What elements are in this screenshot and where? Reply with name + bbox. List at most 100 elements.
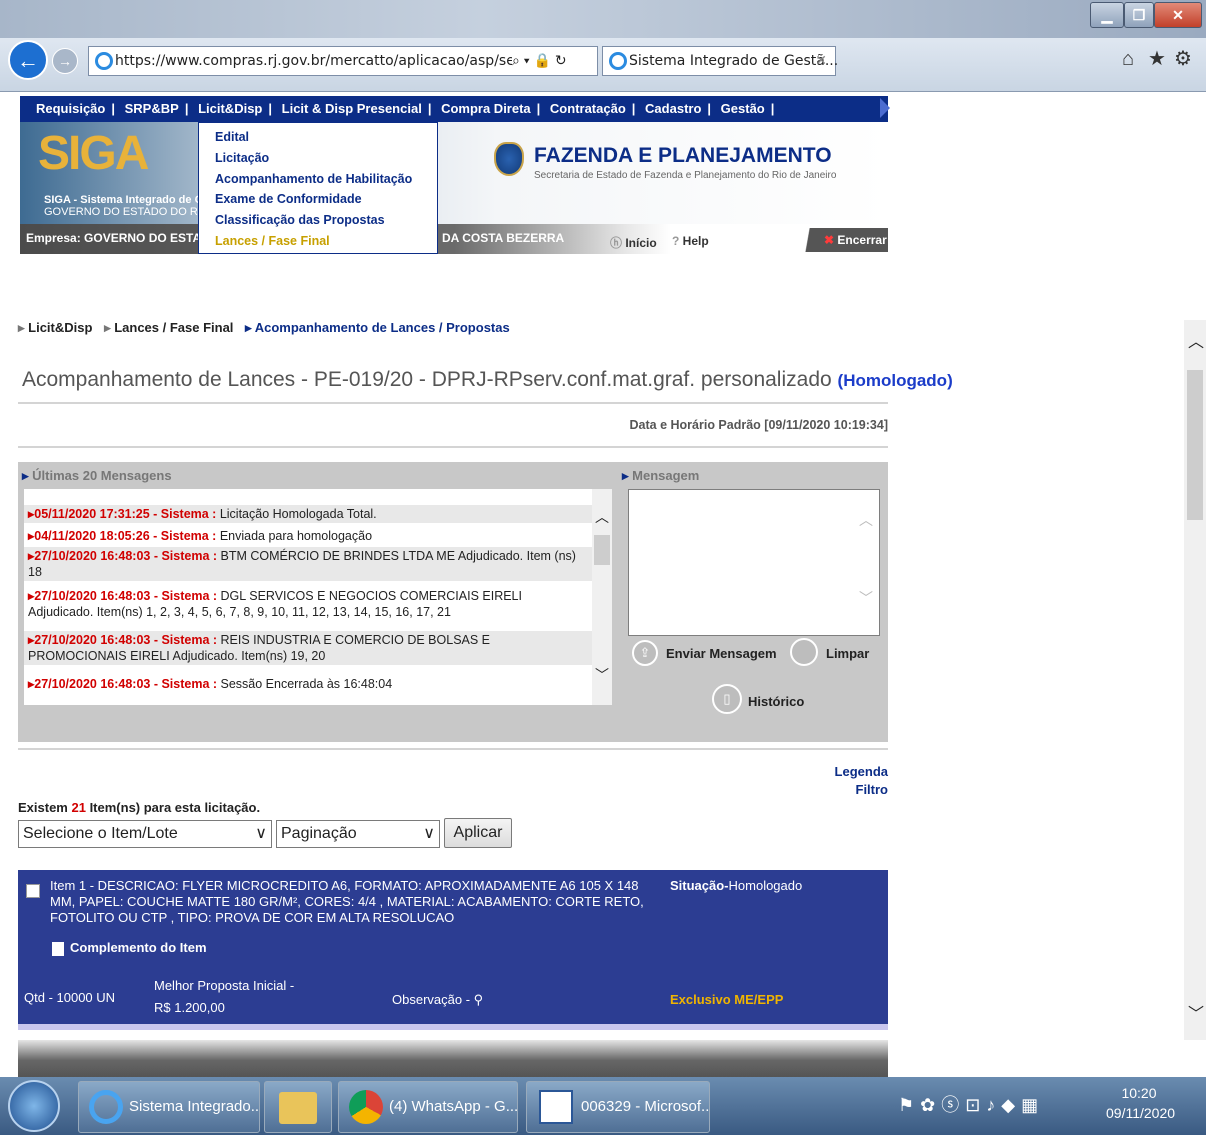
- list-item: ▸04/11/2020 18:05:26 - Sistema : Enviada…: [24, 527, 592, 545]
- word-doc-icon: [539, 1090, 573, 1124]
- user-bar: Empresa: GOVERNO DO ESTADO DA COSTA BEZE…: [20, 224, 888, 254]
- favorites-icon[interactable]: ★: [1148, 46, 1166, 71]
- chevron-down-icon: ∨: [255, 825, 267, 842]
- message-textarea[interactable]: ︿ ﹀: [628, 489, 880, 636]
- list-item: ▸27/10/2020 16:48:03 - Sistema : DGL SER…: [24, 587, 592, 621]
- breadcrumb-licitdisp[interactable]: Licit&Disp: [28, 320, 92, 335]
- scroll-down-icon[interactable]: ﹀: [1188, 1000, 1204, 1024]
- scroll-down-icon[interactable]: ﹀: [859, 588, 873, 608]
- address-controls-icon[interactable]: ⌕ ▾ 🔒 ↻: [512, 52, 596, 74]
- divider: [18, 446, 888, 448]
- legenda-link[interactable]: Legenda: [835, 764, 888, 779]
- messages-list[interactable]: ▸05/11/2020 17:31:25 - Sistema : Licitaç…: [24, 489, 612, 705]
- menu-gestao[interactable]: Gestão: [721, 101, 765, 116]
- window-titlebar: [0, 0, 1206, 38]
- menu-licitdisp[interactable]: Licit&Disp: [198, 101, 262, 116]
- siga-gov: GOVERNO DO ESTADO DO RI: [44, 206, 201, 218]
- status-homologado: (Homologado): [837, 371, 953, 390]
- messages-header: ▸ Últimas 20 Mensagens: [22, 468, 172, 483]
- messages-panel: ▸ Últimas 20 Mensagens ▸05/11/2020 17:31…: [18, 462, 888, 742]
- scroll-thumb[interactable]: [1187, 370, 1203, 520]
- menu-cadastro[interactable]: Cadastro: [645, 101, 701, 116]
- licitdisp-dropdown: Edital Licitação Acompanhamento de Habil…: [198, 122, 438, 254]
- back-button[interactable]: ←: [8, 40, 48, 80]
- breadcrumb-lances[interactable]: Lances / Fase Final: [114, 320, 233, 335]
- dropdown-conformidade[interactable]: Exame de Conformidade: [215, 189, 437, 210]
- gear-icon[interactable]: ⚙: [1174, 46, 1192, 71]
- menu-compra-direta[interactable]: Compra Direta: [441, 101, 531, 116]
- dropdown-classificacao[interactable]: Classificação das Propostas: [215, 210, 437, 231]
- help-icon: ?: [672, 234, 683, 248]
- menu-contratacao[interactable]: Contratação: [550, 101, 626, 116]
- item-lote-select[interactable]: Selecione o Item/Lote ∨: [18, 820, 272, 848]
- divider: [18, 402, 888, 404]
- taskbar-ie[interactable]: Sistema Integrado...: [78, 1081, 260, 1133]
- menu-licit-disp-presencial[interactable]: Licit & Disp Presencial: [282, 101, 422, 116]
- chevron-down-icon: ∨: [423, 825, 435, 842]
- menu-requisicao[interactable]: Requisição: [36, 101, 105, 116]
- exclusivo-badge: Exclusivo ME/EPP: [670, 992, 784, 1007]
- item-description: Item 1 - DESCRICAO: FLYER MICROCREDITO A…: [50, 878, 644, 925]
- ie-page-icon: [95, 52, 113, 70]
- scroll-down-icon[interactable]: ﹀: [595, 665, 609, 685]
- encerrar-button[interactable]: ✖ Encerrar: [802, 228, 888, 252]
- breadcrumb-arrow-icon: ▸: [18, 320, 29, 335]
- upload-icon: ⇪: [632, 640, 658, 666]
- forward-button[interactable]: →: [52, 48, 78, 74]
- clock[interactable]: 10:20 09/11/2020: [1106, 1083, 1175, 1123]
- tab-close-icon[interactable]: ✕: [815, 47, 827, 75]
- home-small-icon: ⓗ: [610, 236, 626, 250]
- main-menu: Requisição | SRP&BP | Licit&Disp | Licit & …: [20, 96, 888, 122]
- start-button[interactable]: [8, 1080, 60, 1132]
- help-link[interactable]: ? Help: [672, 234, 709, 248]
- tray-icons[interactable]: ⚑✿ⓢ⊡♪◆▦: [898, 1091, 1044, 1117]
- maximize-button[interactable]: ❐: [1124, 2, 1154, 28]
- item-checkbox[interactable]: [26, 884, 40, 898]
- inicio-link[interactable]: ⓗ Início: [610, 234, 657, 251]
- taskbar-explorer[interactable]: [264, 1081, 332, 1133]
- menu-srpbp[interactable]: SRP&BP: [125, 101, 179, 116]
- taskbar-whatsapp[interactable]: (4) WhatsApp - G...: [338, 1081, 518, 1133]
- close-window-button[interactable]: ✕: [1154, 2, 1202, 28]
- trash-history-icon: ▯: [712, 684, 742, 714]
- scroll-up-icon[interactable]: ︿: [859, 510, 873, 530]
- scroll-up-icon[interactable]: ︿: [595, 507, 609, 527]
- page-scrollbar[interactable]: ︿ ﹀: [1184, 320, 1206, 1040]
- tab-siga[interactable]: Sistema Integrado de Gestã... ✕: [602, 46, 838, 76]
- melhor-proposta-value: R$ 1.200,00: [154, 1000, 225, 1015]
- scroll-thumb[interactable]: [594, 535, 610, 565]
- taskbar-word[interactable]: 006329 - Microsof...: [526, 1081, 710, 1133]
- minimize-button[interactable]: ▁: [1090, 2, 1124, 28]
- document-icon: [52, 941, 64, 956]
- ie-icon: [89, 1090, 123, 1124]
- table-header-strip: [18, 1024, 888, 1030]
- filtro-link[interactable]: Filtro: [856, 782, 889, 797]
- breadcrumb-arrow-icon: ▸: [245, 320, 255, 335]
- menu-scroll-arrow-icon[interactable]: [880, 98, 890, 118]
- items-count: Existem 21 Item(ns) para esta licitação.: [18, 800, 261, 815]
- paginacao-select[interactable]: Paginação ∨: [276, 820, 440, 848]
- scroll-up-icon[interactable]: ︿: [1188, 328, 1204, 352]
- user-name: DA COSTA BEZERRA: [442, 231, 565, 245]
- apply-button[interactable]: Aplicar: [444, 818, 512, 848]
- item-qtd: Qtd - 10000 UN: [24, 990, 116, 1005]
- home-icon[interactable]: ⌂: [1122, 48, 1134, 71]
- dropdown-lances[interactable]: Lances / Fase Final: [215, 231, 437, 252]
- org-subtitle: Secretaria de Estado de Fazenda e Planej…: [534, 170, 837, 181]
- complemento-link[interactable]: Complemento do Item: [52, 940, 207, 956]
- clear-icon: [790, 638, 818, 666]
- dropdown-habilitacao[interactable]: Acompanhamento de Habilitação: [215, 169, 437, 190]
- dropdown-licitacao[interactable]: Licitação: [215, 148, 437, 169]
- dropdown-edital[interactable]: Edital: [215, 127, 437, 148]
- list-item: ▸05/11/2020 17:31:25 - Sistema : Licitaç…: [24, 505, 592, 523]
- list-item: ▸27/10/2020 16:48:03 - Sistema : Sessão …: [24, 675, 592, 693]
- messages-scrollbar[interactable]: ︿ ﹀: [592, 489, 612, 705]
- web-page: Requisição | SRP&BP | Licit&Disp | Licit & …: [0, 92, 1206, 1077]
- pin-icon[interactable]: ⚲: [474, 992, 484, 1007]
- breadcrumb-arrow-icon: ▸: [104, 320, 115, 335]
- siga-name: SIGA - Sistema Integrado de Ge: [44, 194, 210, 206]
- observacao-label: Observação - ⚲: [392, 992, 484, 1007]
- coat-of-arms-icon: [494, 142, 524, 176]
- chrome-icon: [349, 1090, 383, 1124]
- divider: [18, 748, 888, 750]
